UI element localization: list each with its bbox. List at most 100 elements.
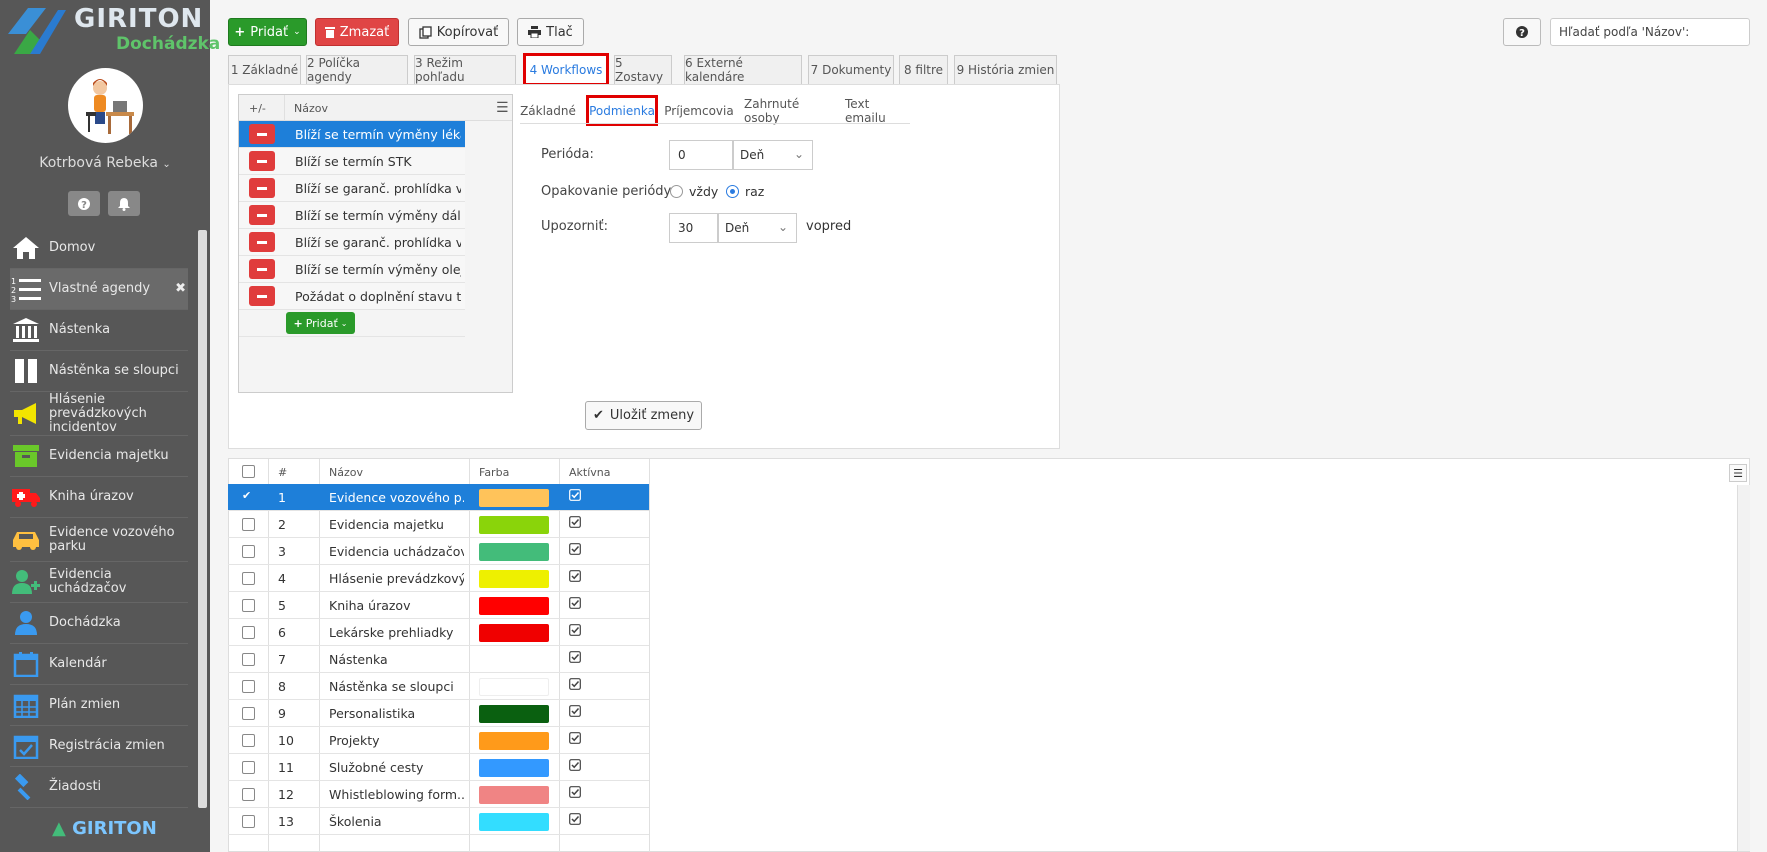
add-button[interactable]: + Pridať ⌄ <box>228 18 307 46</box>
delete-button[interactable]: Zmazať <box>315 18 399 46</box>
sidebar-item-ziadosti[interactable]: Žiadosti <box>10 767 188 808</box>
user-name-dropdown[interactable]: Kotrbová Rebeka ⌄ <box>0 155 210 171</box>
grid-scrollbar[interactable] <box>1737 485 1750 851</box>
row-checkbox[interactable] <box>242 815 255 828</box>
col-name-header[interactable]: Názov <box>329 466 363 479</box>
sidebar-item-label: Domov <box>49 240 96 255</box>
row-checkbox[interactable] <box>242 761 255 774</box>
sidebar-item-nastenka[interactable]: Nástenka <box>10 310 188 351</box>
sidebar-item-evidencia-uchadzacov[interactable]: Evidencia uchádzačov <box>10 562 188 603</box>
sidebar-item-evidencia-majetku[interactable]: Evidencia majetku <box>10 436 188 477</box>
subtab-prijemcovia[interactable]: Príjemcovia <box>664 98 733 124</box>
notify-value-input[interactable]: 30 <box>669 213 718 243</box>
giriton-logo[interactable]: GIRITON Dochádzka <box>6 4 220 56</box>
workflow-row[interactable]: Blíží se garanč. prohlídka v... <box>239 229 465 256</box>
remove-button[interactable] <box>249 259 275 279</box>
sidebar-item-plan-zmien[interactable]: Plán zmien <box>10 685 188 726</box>
sidebar-item-kalendar[interactable]: Kalendár <box>10 644 188 685</box>
row-checkbox[interactable] <box>242 572 255 585</box>
sidebar-item-domov[interactable]: Domov <box>10 228 188 269</box>
search-input[interactable]: Hľadať podľa 'Názov': <box>1550 18 1750 46</box>
workflow-row[interactable]: Blíží se termín výměny oleje <box>239 256 465 283</box>
avatar[interactable] <box>68 68 143 143</box>
subtab-zahrnute-osoby[interactable]: Zahrnuté osoby <box>744 97 836 125</box>
row-checkbox[interactable] <box>242 707 255 720</box>
col-active-header[interactable]: Aktívna <box>569 466 611 479</box>
table-row[interactable]: 8 Nástěnka se sloupci <box>228 673 649 700</box>
sidebar-item-nastenka-se-sloupci[interactable]: Nástěnka se sloupci <box>10 351 188 392</box>
col-color-header[interactable]: Farba <box>479 466 509 479</box>
row-checkbox[interactable] <box>242 518 255 531</box>
select-all-checkbox[interactable] <box>242 465 255 478</box>
table-row[interactable]: 9 Personalistika <box>228 700 649 727</box>
sidebar-item-hlasenie-incidentov[interactable]: Hlásenie prevádzkových incidentov <box>10 392 188 436</box>
remove-button[interactable] <box>249 205 275 225</box>
row-checkbox[interactable] <box>242 626 255 639</box>
close-icon[interactable]: ✖ <box>175 281 186 296</box>
row-checkbox[interactable] <box>242 734 255 747</box>
workflow-row[interactable]: Požádat o doplnění stavu t... <box>239 283 465 310</box>
repeat-once-radio[interactable] <box>726 185 739 198</box>
sidebar-item-kniha-urazov[interactable]: Kniha úrazov <box>10 477 188 518</box>
workflow-row[interactable]: Blíží se termín výměny dál... <box>239 202 465 229</box>
sidebar-item-vlastne-agendy[interactable]: 123 Vlastné agendy ✖ <box>10 269 188 310</box>
remove-button[interactable] <box>249 232 275 252</box>
print-button[interactable]: Tlač <box>517 18 584 46</box>
table-row[interactable]: 2 Evidencia majetku <box>228 511 649 538</box>
add-workflow-button[interactable]: + Pridať ⌄ <box>286 312 355 334</box>
table-row[interactable]: ✔ 1 Evidence vozového p... <box>228 484 649 511</box>
table-row[interactable]: 3 Evidencia uchádzačov <box>228 538 649 565</box>
tab-dokumenty[interactable]: 7 Dokumenty <box>808 55 894 85</box>
row-checkbox[interactable]: ✔ <box>242 489 255 502</box>
table-row[interactable]: 7 Nástenka <box>228 646 649 673</box>
remove-button[interactable] <box>249 151 275 171</box>
help-button-top[interactable]: ? <box>1503 18 1541 46</box>
tab-rezim-pohladu[interactable]: 3 Režim pohľadu <box>414 55 516 85</box>
row-checkbox[interactable] <box>242 680 255 693</box>
workflow-row[interactable]: Blíží se termín výměny léká... <box>239 121 465 148</box>
subtab-text-emailu[interactable]: Text emailu <box>845 97 909 125</box>
repeat-always-radio[interactable] <box>670 185 683 198</box>
subtab-zakladne[interactable]: Základné <box>520 98 576 124</box>
footer-logo[interactable]: ▲ GIRITON <box>52 818 157 839</box>
table-row[interactable]: 4 Hlásenie prevádzkový... <box>228 565 649 592</box>
remove-button[interactable] <box>249 286 275 306</box>
tab-workflows[interactable]: 4 Workflows <box>523 53 609 86</box>
row-checkbox[interactable] <box>242 653 255 666</box>
help-button[interactable]: ? <box>68 191 100 216</box>
sidebar-item-vozovy-park[interactable]: Evidence vozového parku <box>10 518 188 562</box>
table-row[interactable]: 10 Projekty <box>228 727 649 754</box>
period-value-input[interactable]: 0 <box>669 140 733 170</box>
table-row[interactable]: 12 Whistleblowing form... <box>228 781 649 808</box>
notify-unit-select[interactable]: Deň ⌄ <box>718 213 797 243</box>
table-row[interactable]: 6 Lekárske prehliadky <box>228 619 649 646</box>
table-row[interactable]: 13 Školenia <box>228 808 649 835</box>
remove-button[interactable] <box>249 178 275 198</box>
col-number-header[interactable]: # <box>278 466 287 479</box>
workflow-row[interactable]: Blíží se termín STK <box>239 148 465 175</box>
tab-externe-kalendare[interactable]: 6 Externé kalendáre <box>684 55 802 85</box>
menu-icon[interactable]: ☰ <box>496 100 509 116</box>
tab-zostavy[interactable]: 5 Zostavy <box>614 55 672 85</box>
sidebar-item-registracia-zmien[interactable]: Registrácia zmien <box>10 726 188 767</box>
sidebar-item-dochadzka[interactable]: Dochádzka <box>10 603 188 644</box>
menu-icon[interactable]: ☰ <box>1729 464 1747 482</box>
subtab-podmienka[interactable]: Podmienka <box>586 95 658 126</box>
sidebar-scrollbar[interactable] <box>198 230 207 808</box>
row-checkbox[interactable] <box>242 599 255 612</box>
col-name-header[interactable]: Názov <box>294 102 328 115</box>
tab-filtre[interactable]: 8 filtre <box>899 55 948 85</box>
workflow-row[interactable]: Blíží se garanč. prohlídka v... <box>239 175 465 202</box>
table-row[interactable]: 5 Kniha úrazov <box>228 592 649 619</box>
row-checkbox[interactable] <box>242 545 255 558</box>
copy-button[interactable]: Kopírovať <box>408 18 509 46</box>
notifications-button[interactable] <box>108 191 140 216</box>
remove-button[interactable] <box>249 124 275 144</box>
row-checkbox[interactable] <box>242 788 255 801</box>
tab-historia-zmien[interactable]: 9 História zmien <box>954 55 1057 85</box>
period-unit-select[interactable]: Deň ⌄ <box>733 140 813 170</box>
tab-zakladne[interactable]: 1 Základné <box>228 55 301 85</box>
save-changes-button[interactable]: ✔ Uložiť zmeny <box>585 401 702 430</box>
table-row[interactable]: 11 Služobné cesty <box>228 754 649 781</box>
tab-policka-agendy[interactable]: 2 Políčka agendy <box>306 55 408 85</box>
